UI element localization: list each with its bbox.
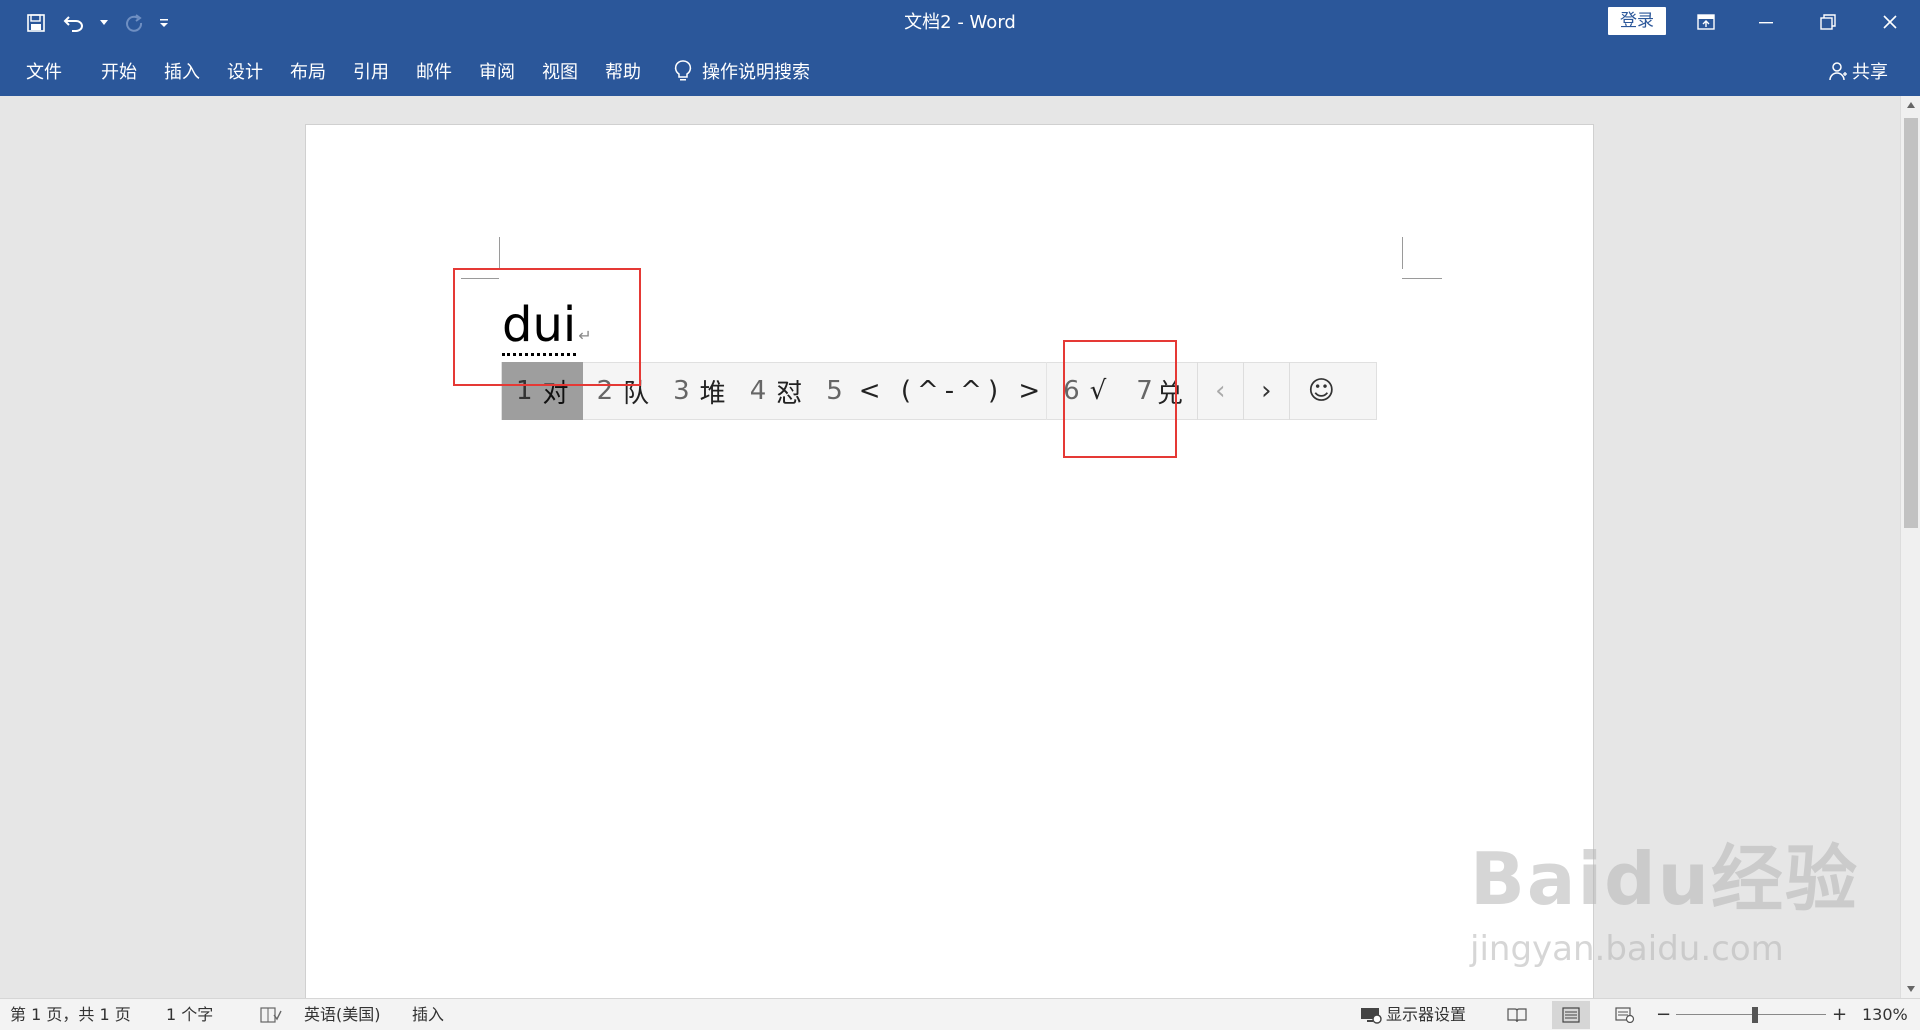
- display-settings-label: 显示器设置: [1386, 1005, 1467, 1024]
- ribbon-display-options-button[interactable]: [1676, 0, 1736, 44]
- close-icon: [1883, 15, 1897, 29]
- tab-help[interactable]: 帮助: [605, 46, 641, 96]
- baidu-watermark: Baidu经验 jingyan.baidu.com: [1470, 820, 1859, 969]
- tab-layout[interactable]: 布局: [290, 46, 326, 96]
- tell-me-search[interactable]: 操作说明搜索: [674, 46, 810, 96]
- zoom-slider-track[interactable]: [1676, 1014, 1826, 1015]
- minimize-button[interactable]: [1736, 0, 1796, 44]
- share-button[interactable]: 共享: [1828, 46, 1888, 96]
- crop-mark-top-right: [1402, 278, 1442, 279]
- tab-view[interactable]: 视图: [542, 46, 578, 96]
- candidate-number: 3: [673, 376, 690, 406]
- save-icon: [27, 14, 45, 32]
- ime-prev-page-button[interactable]: ‹: [1196, 362, 1243, 420]
- page-layout-icon: [1562, 1007, 1580, 1023]
- restore-button[interactable]: [1798, 0, 1858, 44]
- triangle-down-icon: [1907, 986, 1915, 992]
- tab-references[interactable]: 引用: [353, 46, 389, 96]
- chevron-down-icon: [100, 20, 108, 25]
- vertical-scrollbar[interactable]: [1900, 96, 1920, 998]
- annotation-highlight-box: [1063, 340, 1177, 458]
- customize-icon: [160, 19, 168, 27]
- title-bar: 文档2 - Word 登录: [0, 0, 1920, 46]
- share-label: 共享: [1852, 62, 1888, 83]
- zoom-out-button[interactable]: −: [1656, 999, 1671, 1030]
- candidate-number: 4: [749, 376, 767, 406]
- candidate-text: 堆: [699, 378, 726, 409]
- undo-dropdown-button[interactable]: [98, 9, 110, 37]
- print-layout-button[interactable]: [1552, 1001, 1590, 1029]
- ime-candidate-5[interactable]: 5 < (^-^) >: [802, 362, 1046, 420]
- document-page[interactable]: dui ↵ 1 对 2 队 3 堆 4 怼 5 < (^-^) > 6 √ 7 …: [305, 124, 1594, 1004]
- tab-mailings[interactable]: 邮件: [416, 46, 452, 96]
- tell-me-label: 操作说明搜索: [702, 62, 810, 83]
- monitor-settings-icon: [1361, 1008, 1382, 1024]
- redo-icon: [126, 14, 143, 32]
- watermark-brand: Baidu经验: [1470, 837, 1859, 921]
- quick-access-toolbar: [22, 8, 170, 38]
- triangle-up-icon: [1907, 102, 1915, 108]
- crop-mark-top-right: [1402, 237, 1403, 269]
- word-count[interactable]: 1 个字: [166, 999, 213, 1030]
- ribbon-display-icon: [1697, 14, 1715, 30]
- page-count[interactable]: 第 1 页，共 1 页: [10, 999, 131, 1030]
- ime-next-page-button[interactable]: ›: [1242, 362, 1289, 420]
- scrollbar-thumb[interactable]: [1904, 118, 1918, 528]
- web-layout-button[interactable]: [1606, 1001, 1644, 1029]
- zoom-slider-thumb[interactable]: [1752, 1007, 1758, 1023]
- read-mode-button[interactable]: [1498, 1001, 1536, 1029]
- close-button[interactable]: [1860, 0, 1920, 44]
- tab-review[interactable]: 审阅: [479, 46, 515, 96]
- proofing-status[interactable]: [260, 999, 282, 1030]
- ribbon-tabs: 文件 开始 插入 设计 布局 引用 邮件 审阅 视图 帮助 操作说明搜索 共享: [0, 46, 1920, 96]
- display-settings-button[interactable]: 显示器设置: [1360, 999, 1466, 1030]
- person-icon: [1829, 62, 1847, 81]
- tab-insert[interactable]: 插入: [164, 46, 200, 96]
- login-button[interactable]: 登录: [1608, 7, 1666, 35]
- customize-qat-button[interactable]: [158, 9, 170, 37]
- tab-home[interactable]: 开始: [101, 46, 137, 96]
- status-bar: 第 1 页，共 1 页 1 个字 英语(美国) 插入 显示器设置 − + 130…: [0, 998, 1920, 1030]
- tab-file[interactable]: 文件: [26, 46, 62, 96]
- scroll-down-button[interactable]: [1901, 980, 1920, 998]
- candidate-text: < (^-^) >: [858, 376, 1047, 406]
- book-open-icon: [1507, 1008, 1527, 1023]
- lightbulb-icon: [674, 60, 692, 81]
- scroll-up-button[interactable]: [1901, 96, 1920, 114]
- candidate-text: 怼: [776, 378, 803, 409]
- zoom-in-button[interactable]: +: [1832, 999, 1847, 1030]
- web-layout-icon: [1615, 1007, 1635, 1023]
- tab-design[interactable]: 设计: [227, 46, 263, 96]
- restore-icon: [1820, 14, 1836, 30]
- language-indicator[interactable]: 英语(美国): [304, 999, 381, 1030]
- minimize-icon: [1759, 22, 1773, 24]
- save-button[interactable]: [22, 9, 50, 37]
- undo-icon: [63, 16, 83, 32]
- watermark-url: jingyan.baidu.com: [1470, 929, 1784, 969]
- annotation-highlight-box: [453, 268, 641, 386]
- ime-candidate-4[interactable]: 4 怼: [726, 362, 803, 420]
- proofing-book-icon: [260, 1007, 282, 1023]
- ime-candidate-3[interactable]: 3 堆: [649, 362, 726, 420]
- insert-mode[interactable]: 插入: [412, 999, 444, 1030]
- redo-button[interactable]: [120, 9, 148, 37]
- ime-emoji-button[interactable]: ☺: [1288, 362, 1353, 420]
- candidate-number: 5: [826, 376, 849, 406]
- crop-mark-top-left: [499, 237, 500, 269]
- undo-button[interactable]: [60, 9, 88, 37]
- zoom-level[interactable]: 130%: [1862, 999, 1908, 1030]
